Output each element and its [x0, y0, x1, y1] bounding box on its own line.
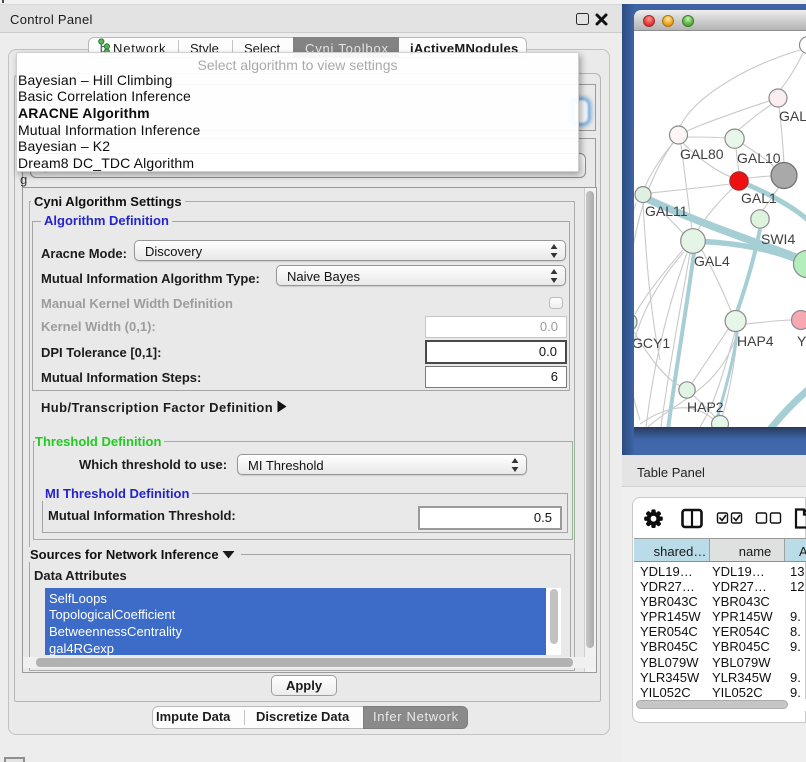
- svg-text:GAL11: GAL11: [645, 203, 688, 219]
- svg-text:HAP4: HAP4: [737, 333, 774, 349]
- svg-text:HAP2: HAP2: [687, 399, 724, 415]
- svg-text:GAL: GAL: [779, 108, 806, 124]
- svg-text:SWI4: SWI4: [761, 231, 795, 247]
- svg-text:GAL1: GAL1: [741, 190, 777, 206]
- svg-text:GAL10: GAL10: [737, 150, 781, 166]
- svg-text:GCY1: GCY1: [634, 335, 670, 351]
- svg-text:Y: Y: [797, 333, 806, 349]
- svg-text:GAL80: GAL80: [680, 146, 724, 162]
- svg-text:GAL4: GAL4: [694, 253, 730, 269]
